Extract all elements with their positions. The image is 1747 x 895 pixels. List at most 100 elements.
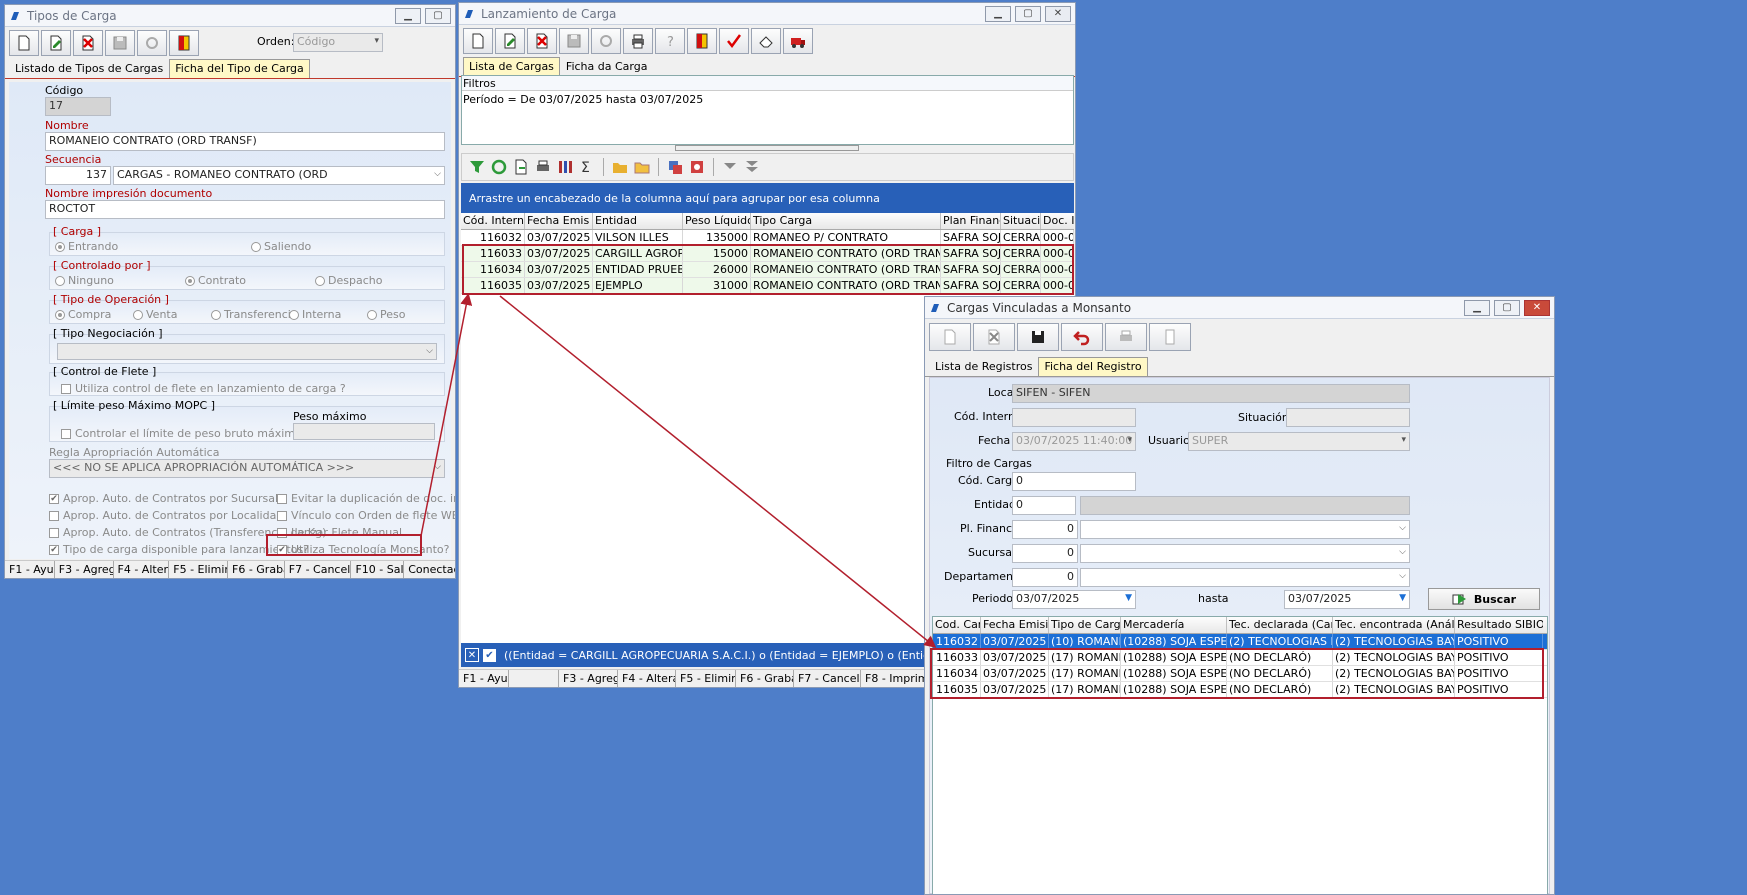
radio-peso[interactable]: Peso: [367, 308, 405, 321]
close-button[interactable]: ✕: [1045, 6, 1071, 22]
pl-financ-select[interactable]: ⌵: [1080, 520, 1410, 539]
entidad-field[interactable]: 0: [1012, 496, 1076, 515]
table-row[interactable]: 116035 03/07/2025 EJEMPLO 31000 ROMANEIO CON…: [461, 278, 1074, 294]
save-button[interactable]: [1017, 323, 1059, 351]
table-row[interactable]: 11603303/07/2025 11(17) ROMANEIO(10288) …: [933, 650, 1547, 666]
table-row[interactable]: 116032 03/07/2025 VILSON ILLES 135000 ROMANE…: [461, 230, 1074, 246]
status-f3[interactable]: F3 - Agregar: [559, 670, 618, 687]
eraser-button[interactable]: [751, 28, 781, 54]
nombre-field[interactable]: ROMANEIO CONTRATO (ORD TRANSF): [45, 132, 445, 151]
close-button[interactable]: ✕: [1524, 300, 1550, 316]
help-button[interactable]: ?: [655, 28, 685, 54]
exit-button[interactable]: [1149, 323, 1191, 351]
secuencia-number[interactable]: 137: [45, 166, 111, 185]
col-peso-liquido[interactable]: Peso Líquido: [683, 213, 751, 229]
status-f4[interactable]: F4 - Alterar: [114, 561, 170, 578]
undo-button[interactable]: [1061, 323, 1103, 351]
clear-filter-icon[interactable]: ✕: [465, 648, 479, 662]
delete-button[interactable]: [73, 30, 103, 56]
departamento-field[interactable]: 0: [1012, 568, 1078, 587]
sum-icon[interactable]: Σ: [578, 158, 596, 176]
col-doc[interactable]: Doc. I: [1041, 213, 1074, 229]
col-entidad[interactable]: Entidad: [593, 213, 683, 229]
status-f6[interactable]: F6 - Grabar: [736, 670, 794, 687]
col-cod-carga[interactable]: Cod. Carg: [933, 617, 981, 633]
check-disponible-lanzamientos[interactable]: ✔ Tipo de carga disponible para lanzamien…: [49, 543, 309, 556]
radio-entrando[interactable]: Entrando: [55, 240, 118, 253]
title-bar[interactable]: Lanzamiento de Carga ▁ ▢ ✕: [459, 3, 1075, 25]
status-f7[interactable]: F7 - Cancelar: [285, 561, 352, 578]
save-button[interactable]: [559, 28, 589, 54]
columns-icon[interactable]: [556, 158, 574, 176]
maximize-button[interactable]: ▢: [425, 8, 451, 24]
sucursal-field[interactable]: 0: [1012, 544, 1078, 563]
radio-transferencia[interactable]: Transferencia: [211, 308, 298, 321]
tab-lista-de-registros[interactable]: Lista de Registros: [929, 357, 1038, 376]
cancel-button[interactable]: [591, 28, 621, 54]
check-vinculo-orden-flete[interactable]: Vínculo con Orden de flete WEB: [277, 509, 455, 522]
periodo-from-field[interactable]: 03/07/2025 ▼: [1012, 590, 1136, 609]
col-tipo-carga[interactable]: Tipo Carga: [751, 213, 941, 229]
exit-button[interactable]: [687, 28, 717, 54]
tab-lista-de-cargas[interactable]: Lista de Cargas: [463, 57, 560, 76]
col-cod-interno[interactable]: Cód. Interno: [461, 213, 525, 229]
nombre-impresion-field[interactable]: ROCTOT: [45, 200, 445, 219]
flete-checkbox[interactable]: Utiliza control de flete en lanzamiento …: [61, 382, 346, 395]
status-f4[interactable]: F4 - Alterar: [618, 670, 676, 687]
expand-all-icon[interactable]: [743, 158, 761, 176]
table-row[interactable]: 11603203/07/2025 11(10) ROMANEO(10288) S…: [933, 634, 1547, 650]
col-tipo-de-carga[interactable]: Tipo de Carga: [1049, 617, 1121, 633]
radio-interna[interactable]: Interna: [289, 308, 341, 321]
group-by-panel[interactable]: Arrastre un encabezado de la columna aqu…: [461, 183, 1074, 213]
radio-venta[interactable]: Venta: [133, 308, 177, 321]
title-bar[interactable]: Tipos de Carga ▁ ▢: [5, 5, 455, 27]
check-lanzar-flete-manual[interactable]: Lanzar Flete Manual: [277, 526, 402, 539]
col-plan-financia[interactable]: Plan Financia: [941, 213, 1001, 229]
status-f1[interactable]: F1 - Ayuda: [5, 561, 55, 578]
col-mercaderia[interactable]: Mercadería: [1121, 617, 1227, 633]
export-icon[interactable]: [512, 158, 530, 176]
delete-button[interactable]: [527, 28, 557, 54]
save-button[interactable]: [105, 30, 135, 56]
refresh-icon[interactable]: [490, 158, 508, 176]
limite-checkbox[interactable]: Controlar el límite de peso bruto máximo: [61, 427, 302, 440]
check-aprop-localidad[interactable]: Aprop. Auto. de Contratos por Localidad: [49, 509, 283, 522]
check-tecnologia-monsanto[interactable]: ✔ Utiliza Tecnología Monsanto?: [277, 543, 450, 556]
splitter-handle[interactable]: [675, 145, 859, 151]
filtros-text-area[interactable]: Período = De 03/07/2025 hasta 03/07/2025: [462, 90, 1073, 144]
radio-saliendo[interactable]: Saliendo: [251, 240, 311, 253]
print-button[interactable]: [623, 28, 653, 54]
exit-button[interactable]: [169, 30, 199, 56]
delete-button[interactable]: [973, 323, 1015, 351]
orden-select[interactable]: Código ▾: [293, 33, 383, 52]
calendar-dropdown-icon[interactable]: ▼: [1399, 593, 1406, 603]
stop-icon[interactable]: [688, 158, 706, 176]
status-f3[interactable]: F3 - Agregar: [55, 561, 114, 578]
new-button[interactable]: [463, 28, 493, 54]
cod-interno-field[interactable]: [1012, 408, 1136, 427]
new-button[interactable]: [9, 30, 39, 56]
tab-ficha-del-registro[interactable]: Ficha del Registro: [1038, 357, 1148, 376]
status-f5[interactable]: F5 - Eliminar: [169, 561, 228, 578]
secuencia-select[interactable]: CARGAS - ROMANEO CONTRATO (ORD ⌵: [113, 166, 445, 185]
local-field[interactable]: SIFEN - SIFEN: [1012, 384, 1410, 403]
negociacion-select[interactable]: ⌵: [57, 343, 437, 360]
new-button[interactable]: [929, 323, 971, 351]
col-tec-declarada[interactable]: Tec. declarada (Carga): [1227, 617, 1333, 633]
maximize-button[interactable]: ▢: [1494, 300, 1520, 316]
print-button[interactable]: [1105, 323, 1147, 351]
regla-select[interactable]: <<< NO SE APLICA APROPRIACIÓN AUTOMÁTICA…: [49, 459, 445, 478]
tab-ficha[interactable]: Ficha del Tipo de Carga: [169, 59, 310, 78]
radio-compra[interactable]: Compra: [55, 308, 111, 321]
filter-enabled-checkbox[interactable]: ✔: [483, 648, 496, 662]
status-f7[interactable]: F7 - Cancelar: [794, 670, 861, 687]
periodo-to-field[interactable]: 03/07/2025 ▼: [1284, 590, 1410, 609]
col-tec-encontrada[interactable]: Tec. encontrada (Análisis): [1333, 617, 1455, 633]
cod-carga-field[interactable]: 0: [1012, 472, 1136, 491]
minimize-button[interactable]: ▁: [395, 8, 421, 24]
situacion-field[interactable]: [1286, 408, 1410, 427]
cancel-button[interactable]: [137, 30, 167, 56]
check-aprop-sucursal[interactable]: ✔ Aprop. Auto. de Contratos por Sucursal: [49, 492, 278, 505]
check-evitar-duplicacion[interactable]: Evitar la duplicación de doc. impreso?: [277, 492, 455, 505]
radio-despacho[interactable]: Despacho: [315, 274, 382, 287]
